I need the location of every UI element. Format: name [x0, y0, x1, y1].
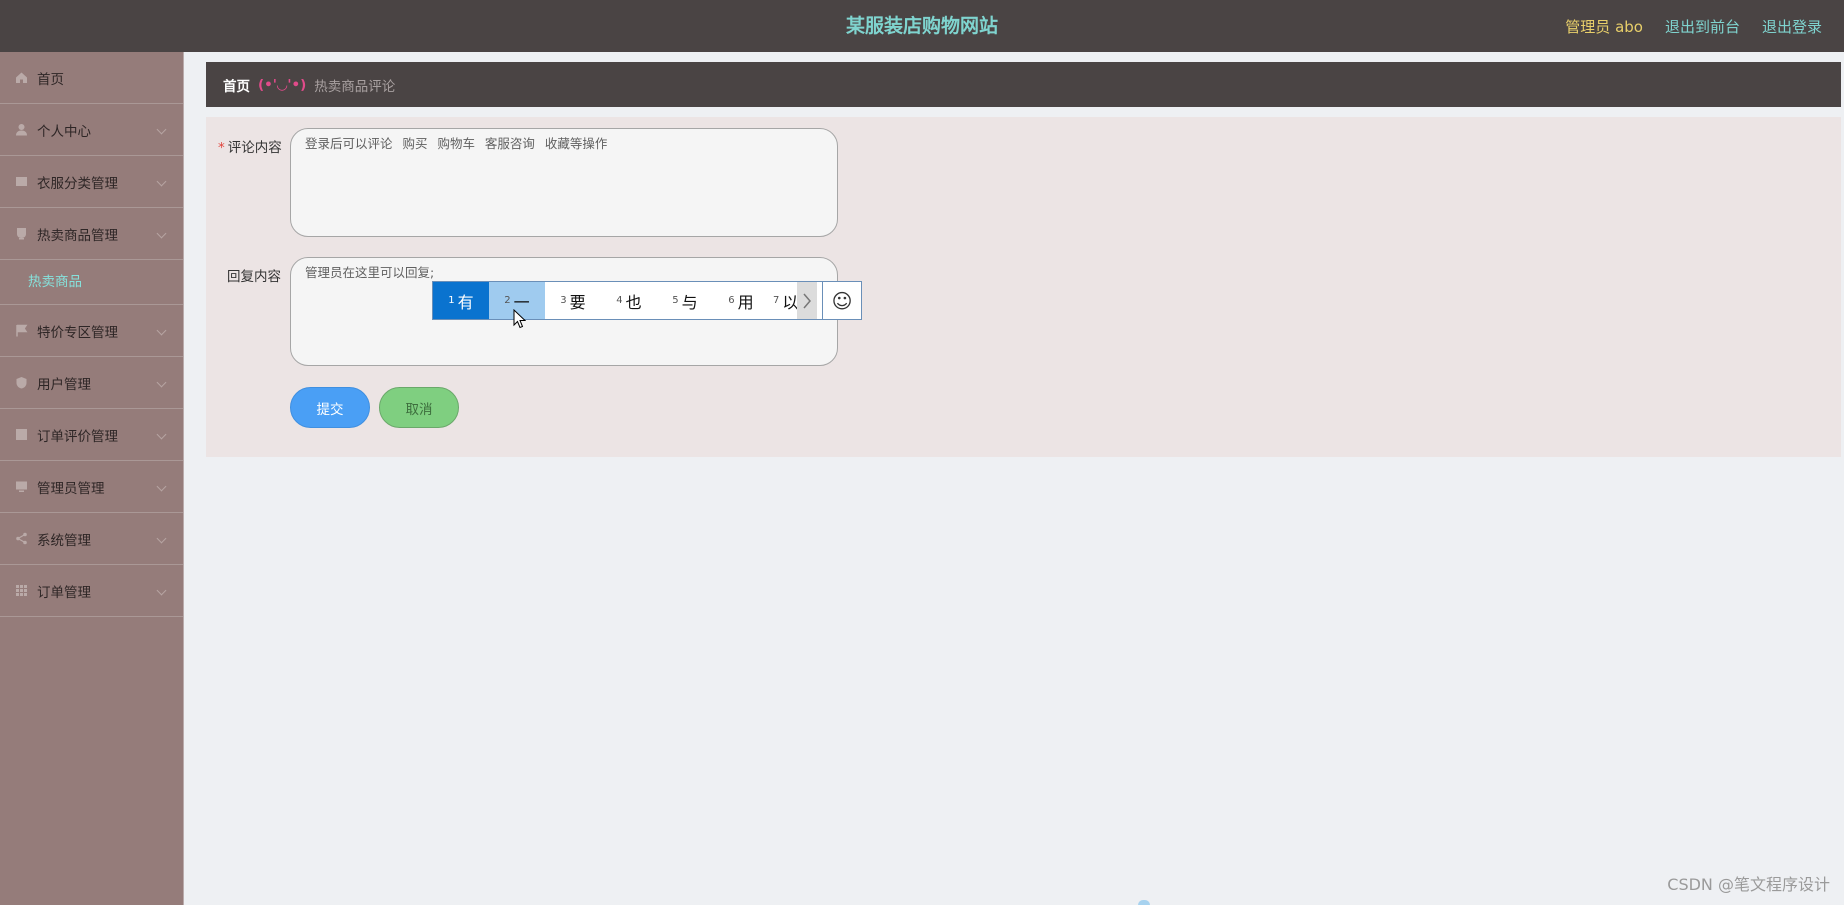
ime-candidate[interactable]: 5与 [657, 282, 713, 319]
breadcrumb-separator: (•'◡'•) [258, 76, 307, 93]
ime-candidate[interactable]: 1有 [433, 282, 489, 319]
sidebar-subitem-hot-product[interactable]: 热卖商品 [0, 260, 183, 305]
chevron-down-icon [156, 429, 167, 440]
comment-label: * 评论内容 [218, 140, 282, 156]
flag-icon [15, 324, 28, 337]
sidebar-item-admin-management[interactable]: 管理员管理 [0, 461, 183, 513]
chevron-down-icon [156, 533, 167, 544]
cancel-button[interactable]: 取消 [379, 387, 459, 428]
sidebar-item-label: 管理员管理 [37, 480, 105, 497]
reply-label: 回复内容 [227, 269, 281, 285]
logout-link[interactable]: 退出登录 [1762, 16, 1822, 37]
sidebar-item-hot-products[interactable]: 热卖商品管理 [0, 208, 183, 260]
sidebar-item-label: 个人中心 [37, 123, 91, 140]
sidebar: 首页 个人中心 衣服分类管理 热卖商品管理 热卖商品 特价专区管理 用户管理 订… [0, 52, 184, 905]
chevron-down-icon [156, 228, 167, 239]
monitor-icon [15, 480, 28, 493]
ime-candidate[interactable]: 6用 [713, 282, 769, 319]
grid-icon [15, 584, 28, 597]
watermark: CSDN @笔文程序设计 [1667, 875, 1830, 894]
chevron-down-icon [156, 585, 167, 596]
home-icon [15, 71, 28, 84]
breadcrumb-current: 热卖商品评论 [314, 78, 396, 95]
sidebar-item-label: 订单评价管理 [37, 428, 118, 445]
chevron-down-icon [156, 325, 167, 336]
sidebar-item-user-management[interactable]: 用户管理 [0, 357, 183, 409]
chevron-down-icon [156, 377, 167, 388]
required-mark: * [218, 140, 225, 156]
chevron-down-icon [156, 124, 167, 135]
cup-icon [15, 227, 28, 240]
chevron-down-icon [156, 481, 167, 492]
top-navbar: 某服装店购物网站 管理员 abo 退出到前台 退出登录 [0, 0, 1844, 52]
share-icon [15, 532, 28, 545]
back-to-frontend-link[interactable]: 退出到前台 [1665, 16, 1740, 37]
scroll-indicator [1138, 900, 1150, 905]
sidebar-item-label: 用户管理 [37, 376, 91, 393]
sidebar-item-label: 特价专区管理 [37, 324, 118, 341]
submit-button[interactable]: 提交 [290, 387, 370, 428]
sidebar-item-personal-center[interactable]: 个人中心 [0, 104, 183, 156]
admin-username: 管理员 abo [1565, 17, 1643, 36]
sidebar-item-special-offers[interactable]: 特价专区管理 [0, 305, 183, 357]
breadcrumb: 首页 (•'◡'•) 热卖商品评论 [206, 62, 1841, 107]
ime-candidate[interactable]: 3要 [545, 282, 601, 319]
sidebar-item-home[interactable]: 首页 [0, 52, 183, 104]
sidebar-item-clothing-category[interactable]: 衣服分类管理 [0, 156, 183, 208]
emoji-icon[interactable]: ☺ [822, 281, 862, 320]
sidebar-item-label: 首页 [37, 71, 64, 88]
mouse-cursor-icon [513, 309, 526, 329]
ime-candidate[interactable]: 4也 [601, 282, 657, 319]
ime-candidate[interactable]: 7以 [769, 282, 797, 319]
breadcrumb-home[interactable]: 首页 [223, 75, 250, 95]
sidebar-item-order-management[interactable]: 订单管理 [0, 565, 183, 617]
sidebar-item-order-review[interactable]: 订单评价管理 [0, 409, 183, 461]
sidebar-item-label: 系统管理 [37, 532, 91, 549]
ime-next-page-button[interactable] [797, 282, 817, 319]
table-icon [15, 428, 28, 441]
sidebar-item-label: 衣服分类管理 [37, 175, 118, 192]
comment-textarea[interactable]: 登录后可以评论 购买 购物车 客服咨询 收藏等操作 [290, 128, 838, 237]
chevron-down-icon [156, 176, 167, 187]
chevron-right-icon [803, 293, 811, 308]
sidebar-item-system-management[interactable]: 系统管理 [0, 513, 183, 565]
user-icon [15, 123, 28, 136]
sidebar-item-label: 订单管理 [37, 584, 91, 601]
sidebar-item-label: 热卖商品管理 [37, 227, 118, 244]
ime-candidate-bar: 1有 2一 3要 4也 5与 6用 7以 [432, 281, 824, 320]
shield-icon [15, 376, 28, 389]
top-links: 管理员 abo 退出到前台 退出登录 [1565, 0, 1822, 52]
list-icon [15, 175, 28, 188]
